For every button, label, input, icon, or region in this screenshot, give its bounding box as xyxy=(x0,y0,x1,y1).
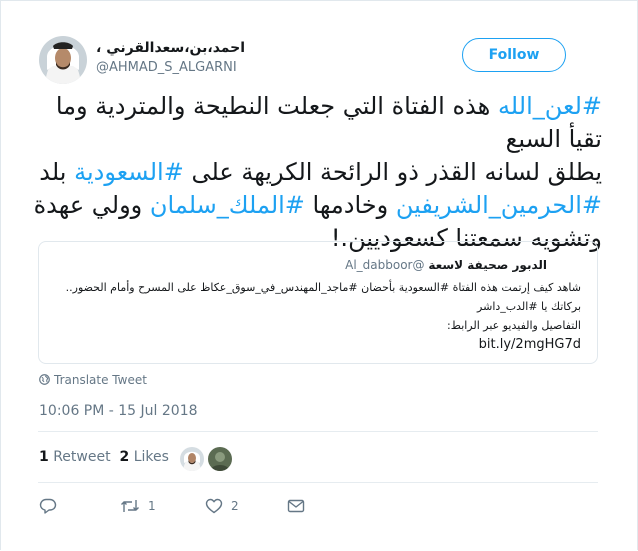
quoted-line-2: بركاتك يا #الدب_داشر xyxy=(477,300,581,313)
hashtag-link[interactable]: #الملك_سلمان xyxy=(150,191,305,219)
hashtag-link[interactable]: #لعن_الله xyxy=(498,92,602,120)
author-handle[interactable]: @AHMAD_S_ALGARNI xyxy=(96,60,237,75)
quoted-author-name: الدبور صحيفة لاسعة xyxy=(428,258,547,272)
tweet-text: #لعن_الله هذه الفتاة التي جعلت النطيحة و… xyxy=(30,90,602,255)
tweet-text-segment: وخادمها xyxy=(304,191,396,219)
like-count: 2 xyxy=(231,499,239,513)
quoted-line-1: شاهد كيف إرتمت هذه الفتاة #السعودية بأحض… xyxy=(65,281,581,294)
retweets-label[interactable]: Retweet xyxy=(53,449,110,465)
retweets-count[interactable]: 1 xyxy=(39,449,49,465)
retweet-button[interactable]: 1 xyxy=(120,496,156,516)
tweet-line-1: #لعن_الله هذه الفتاة التي جعلت النطيحة و… xyxy=(30,90,602,156)
reply-icon xyxy=(39,498,57,514)
tweet-text-segment: بلد xyxy=(39,158,75,186)
divider xyxy=(38,482,598,483)
follow-button[interactable]: Follow xyxy=(462,38,566,72)
mail-icon xyxy=(287,499,305,513)
quoted-tweet[interactable]: الدبور صحيفة لاسعة @Al_dabboor شاهد كيف … xyxy=(38,241,598,364)
reply-button[interactable] xyxy=(39,496,57,516)
tweet-text-segment: يطلق لسانه القذر ذو الرائحة الكريهة على xyxy=(183,158,602,186)
liker-avatar[interactable] xyxy=(208,447,232,471)
quoted-link[interactable]: bit.ly/2mgHG7d xyxy=(479,337,581,352)
likes-count[interactable]: 2 xyxy=(119,449,129,465)
tweet-line-3: #الحرمين_الشريفين وخادمها #الملك_سلمان و… xyxy=(30,189,602,222)
liker-avatar[interactable] xyxy=(180,447,204,471)
heart-icon xyxy=(205,498,223,514)
author-name[interactable]: ، احمد،بن،سعدالقرني xyxy=(96,40,245,56)
tweet-line-2: يطلق لسانه القذر ذو الرائحة الكريهة على … xyxy=(30,156,602,189)
tweet-text-segment: وولي عهدة xyxy=(33,191,150,219)
quoted-header: الدبور صحيفة لاسعة @Al_dabboor xyxy=(345,258,547,272)
like-button[interactable]: 2 xyxy=(205,496,239,516)
globe-icon xyxy=(39,374,50,388)
direct-message-button[interactable] xyxy=(287,496,305,516)
author-avatar[interactable] xyxy=(39,36,87,84)
translate-tweet-link[interactable]: Translate Tweet xyxy=(39,373,147,388)
translate-label: Translate Tweet xyxy=(54,373,147,387)
quoted-text: شاهد كيف إرتمت هذه الفتاة #السعودية بأحض… xyxy=(41,278,581,354)
likes-label[interactable]: Likes xyxy=(134,449,169,465)
quoted-line-3: التفاصيل والفيديو عبر الرابط: xyxy=(447,319,581,332)
retweet-icon xyxy=(120,498,140,514)
engagement-stats: 1 Retweet 2 Likes xyxy=(39,449,169,465)
hashtag-link[interactable]: #السعودية xyxy=(74,158,184,186)
divider xyxy=(38,431,598,432)
tweet-timestamp[interactable]: 10:06 PM - 15 Jul 2018 xyxy=(39,403,198,419)
quoted-author-handle: @Al_dabboor xyxy=(345,258,425,272)
hashtag-link[interactable]: #الحرمين_الشريفين xyxy=(396,191,602,219)
retweet-count: 1 xyxy=(148,499,156,513)
